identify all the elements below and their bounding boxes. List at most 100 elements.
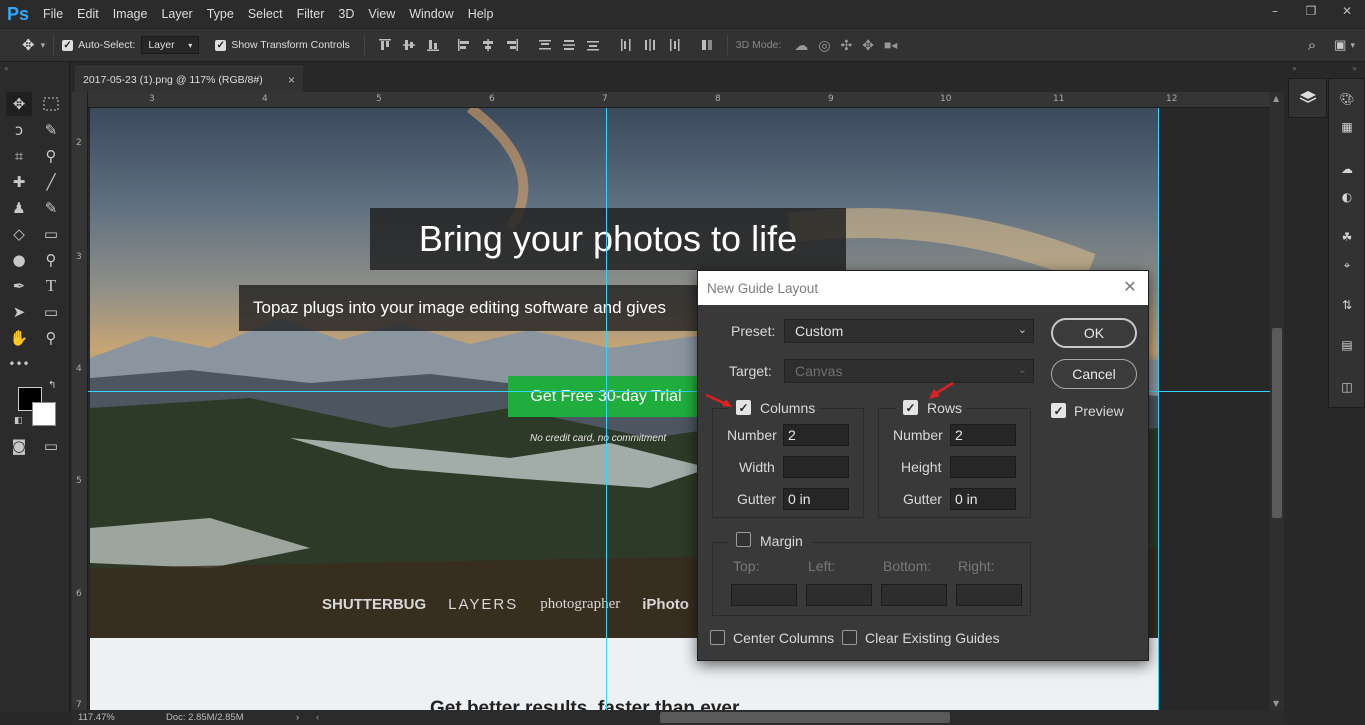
- default-colors-icon[interactable]: ◧: [14, 416, 23, 426]
- auto-select-checkbox[interactable]: ✓: [62, 39, 74, 51]
- dialog-close-icon[interactable]: ✕: [1122, 279, 1138, 296]
- margin-left-input[interactable]: [806, 584, 872, 606]
- history-panel-icon[interactable]: ⇅: [1335, 293, 1359, 317]
- menu-edit[interactable]: Edit: [70, 7, 106, 21]
- restore-button[interactable]: ❐: [1293, 0, 1329, 22]
- paths-panel-icon[interactable]: ⌖: [1335, 253, 1359, 277]
- horizontal-scroll-thumb[interactable]: [660, 712, 950, 723]
- minimize-button[interactable]: –: [1257, 0, 1293, 22]
- libraries-panel-icon[interactable]: ☁: [1335, 157, 1359, 181]
- workspace-chevron-icon[interactable]: ▾: [1350, 40, 1355, 51]
- columns-gutter-input[interactable]: 0 in: [783, 488, 849, 510]
- distribute-top-icon[interactable]: [538, 38, 552, 52]
- status-menu-chevron-icon[interactable]: ›: [296, 712, 316, 723]
- more-tools-icon[interactable]: •••: [6, 352, 32, 376]
- 3d-camera-icon[interactable]: ■◂: [884, 38, 897, 52]
- clear-guides-checkbox[interactable]: [842, 630, 857, 645]
- path-selection-icon[interactable]: ➤: [6, 300, 32, 324]
- layers-panel-icon[interactable]: [1296, 86, 1320, 110]
- ok-button[interactable]: OK: [1051, 318, 1137, 348]
- auto-select-target-dropdown[interactable]: Layer ▾: [141, 36, 200, 54]
- show-transform-checkbox[interactable]: ✓: [215, 39, 227, 51]
- rows-gutter-input[interactable]: 0 in: [950, 488, 1016, 510]
- preset-dropdown[interactable]: Custom ⌄: [784, 319, 1034, 343]
- 3d-slide-icon[interactable]: ✥: [862, 37, 874, 54]
- menu-image[interactable]: Image: [106, 7, 155, 21]
- rows-checkbox[interactable]: ✓: [903, 400, 918, 415]
- horizontal-ruler[interactable]: 3 4 5 6 7 8 9 10 11 12: [88, 92, 1270, 108]
- zoom-level[interactable]: 117.47%: [78, 712, 168, 723]
- dodge-tool-icon[interactable]: ⚲: [38, 248, 64, 272]
- align-bottom-edges-icon[interactable]: [426, 38, 440, 52]
- menu-view[interactable]: View: [361, 7, 402, 21]
- 3d-pan-icon[interactable]: ✣: [841, 37, 853, 54]
- collapse-right-dock-icon[interactable]: »: [1352, 64, 1357, 73]
- marquee-tool-icon[interactable]: [38, 92, 64, 116]
- blur-tool-icon[interactable]: ●: [6, 248, 32, 272]
- distribute-horizontal-centers-icon[interactable]: [643, 38, 657, 52]
- menu-select[interactable]: Select: [241, 7, 290, 21]
- distribute-vertical-centers-icon[interactable]: [562, 38, 576, 52]
- distribute-right-icon[interactable]: [667, 38, 681, 52]
- menu-3d[interactable]: 3D: [331, 7, 361, 21]
- search-icon[interactable]: ⌕: [1308, 37, 1316, 54]
- rectangle-tool-icon[interactable]: ▭: [38, 300, 64, 324]
- tool-preset-chevron-icon[interactable]: ▾: [41, 40, 46, 51]
- align-top-edges-icon[interactable]: [378, 38, 392, 52]
- pen-tool-icon[interactable]: ✒: [6, 274, 32, 298]
- margin-top-input[interactable]: [731, 584, 797, 606]
- quick-mask-icon[interactable]: ◙: [6, 434, 32, 458]
- zoom-tool-icon[interactable]: ⚲: [38, 326, 64, 350]
- channels-panel-icon[interactable]: ◫: [1335, 375, 1359, 399]
- swatches-panel-icon[interactable]: ▦: [1335, 115, 1359, 139]
- target-dropdown[interactable]: Canvas ⌄: [784, 359, 1034, 383]
- quick-select-tool-icon[interactable]: ✎: [38, 118, 64, 142]
- margin-bottom-input[interactable]: [881, 584, 947, 606]
- properties-panel-icon[interactable]: ▤: [1335, 333, 1359, 357]
- swap-colors-icon[interactable]: ↰: [48, 380, 56, 391]
- clone-stamp-icon[interactable]: ♟: [6, 196, 32, 220]
- columns-number-input[interactable]: 2: [783, 424, 849, 446]
- styles-panel-icon[interactable]: ☘: [1335, 225, 1359, 249]
- auto-align-layers-icon[interactable]: [700, 38, 714, 52]
- crop-tool-icon[interactable]: ⌗: [6, 144, 32, 168]
- healing-brush-icon[interactable]: ✚: [6, 170, 32, 194]
- center-columns-checkbox[interactable]: [710, 630, 725, 645]
- scroll-up-icon[interactable]: ▲: [1273, 94, 1279, 103]
- align-vertical-centers-icon[interactable]: [402, 38, 416, 52]
- adjustments-panel-icon[interactable]: ◐: [1335, 185, 1359, 209]
- columns-checkbox[interactable]: ✓: [736, 400, 751, 415]
- eyedropper-tool-icon[interactable]: ⚲: [38, 144, 64, 168]
- lasso-tool-icon[interactable]: ↄ: [6, 118, 32, 142]
- brush-tool-icon[interactable]: ╱: [38, 170, 64, 194]
- workspace-icon[interactable]: ▣: [1334, 37, 1346, 53]
- scroll-down-icon[interactable]: ▼: [1273, 699, 1279, 708]
- collapse-tools-icon[interactable]: «: [4, 64, 9, 73]
- columns-width-input[interactable]: [783, 456, 849, 478]
- collapse-left-dock-icon[interactable]: »: [1292, 64, 1297, 73]
- margin-right-input[interactable]: [956, 584, 1022, 606]
- 3d-roll-icon[interactable]: ◎: [818, 37, 830, 54]
- vertical-guide[interactable]: [606, 108, 607, 710]
- color-panel-icon[interactable]: 🎨︎: [1335, 87, 1359, 111]
- hand-tool-icon[interactable]: ✋: [6, 326, 32, 350]
- scroll-left-icon[interactable]: ‹: [316, 712, 319, 723]
- move-tool-icon[interactable]: ✥: [22, 36, 35, 54]
- menu-filter[interactable]: Filter: [290, 7, 332, 21]
- menu-window[interactable]: Window: [402, 7, 460, 21]
- gradient-tool-icon[interactable]: ▭: [38, 222, 64, 246]
- cancel-button[interactable]: Cancel: [1051, 359, 1137, 389]
- menu-layer[interactable]: Layer: [154, 7, 199, 21]
- screen-mode-icon[interactable]: ▭: [38, 434, 64, 458]
- eraser-tool-icon[interactable]: ◇: [6, 222, 32, 246]
- menu-type[interactable]: Type: [200, 7, 241, 21]
- type-tool-icon[interactable]: T: [38, 274, 64, 298]
- menu-help[interactable]: Help: [461, 7, 501, 21]
- menu-file[interactable]: File: [36, 7, 70, 21]
- distribute-left-icon[interactable]: [619, 38, 633, 52]
- align-left-edges-icon[interactable]: [457, 38, 471, 52]
- 3d-orbit-icon[interactable]: ☁: [794, 37, 808, 54]
- document-tab[interactable]: 2017-05-23 (1).png @ 117% (RGB/8#) ×: [75, 66, 303, 92]
- rows-height-input[interactable]: [950, 456, 1016, 478]
- align-horizontal-centers-icon[interactable]: [481, 38, 495, 52]
